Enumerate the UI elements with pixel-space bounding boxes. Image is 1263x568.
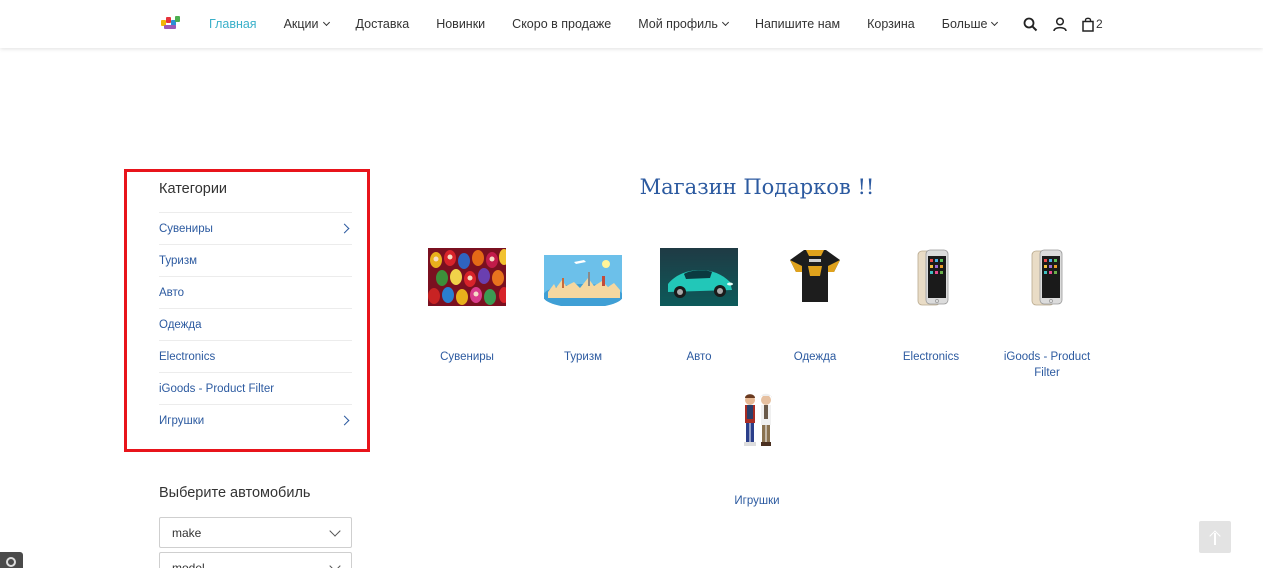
scroll-to-top-button[interactable]: [1199, 521, 1231, 553]
product-category-label: Одежда: [793, 351, 837, 363]
model-select-value: model: [172, 560, 205, 568]
nav-delivery[interactable]: Доставка: [356, 17, 410, 31]
category-item-toys[interactable]: Игрушки: [159, 404, 352, 436]
account-button[interactable]: [1053, 16, 1067, 32]
nav-contact-label: Напишите нам: [754, 17, 841, 31]
category-label: Сувениры: [159, 222, 213, 235]
product-category-toys[interactable]: Игрушки: [707, 392, 807, 509]
product-category-label: Туризм: [564, 351, 602, 363]
category-item-souvenirs[interactable]: Сувениры: [159, 212, 352, 244]
make-select-value: make: [172, 525, 202, 540]
category-label: Туризм: [159, 254, 197, 267]
world-travel-image[interactable]: [544, 248, 622, 306]
chevron-right-icon[interactable]: [339, 223, 350, 234]
nav-profile[interactable]: Мой профиль: [638, 17, 729, 31]
page-title: Магазин Подарков !!: [639, 175, 875, 199]
product-category-label: Electronics: [902, 351, 960, 363]
nav-new-label: Новинки: [436, 17, 486, 31]
product-category-clothes[interactable]: Одежда: [765, 248, 865, 365]
settings-gear-button[interactable]: [0, 552, 23, 568]
search-icon: [1023, 17, 1038, 31]
chevron-right-icon[interactable]: [339, 415, 350, 426]
smartphones-image[interactable]: [892, 248, 970, 306]
category-label: Одежда: [159, 318, 202, 331]
product-category-label: Сувениры: [440, 351, 494, 363]
nav-more[interactable]: Больше: [941, 17, 999, 31]
product-category-igoods[interactable]: iGoods - Product Filter: [997, 248, 1097, 381]
nav-profile-label: Мой профиль: [638, 17, 718, 31]
main-nav: Главная Акции Доставка Новинки Скоро в п…: [209, 0, 1024, 48]
nav-cart[interactable]: Корзина: [867, 17, 915, 31]
nav-promotions-label: Акции: [283, 17, 319, 31]
product-category-souvenirs[interactable]: Сувениры: [417, 248, 517, 365]
model-select[interactable]: model: [159, 552, 352, 568]
product-category-label: Авто: [686, 351, 712, 363]
category-item-auto[interactable]: Авто: [159, 276, 352, 308]
nav-promotions[interactable]: Акции: [283, 17, 330, 31]
make-select[interactable]: make: [159, 517, 352, 548]
product-category-electronics[interactable]: Electronics: [881, 248, 981, 365]
chevron-down-icon: [721, 18, 729, 27]
category-label: Авто: [159, 286, 185, 299]
search-button[interactable]: [1023, 17, 1038, 32]
cycling-jersey-image[interactable]: [776, 248, 854, 306]
nav-home-label: Главная: [209, 17, 257, 31]
chevron-down-icon: [329, 525, 341, 537]
car-selector-title: Выберите автомобиль: [159, 485, 311, 501]
nav-contact[interactable]: Напишите нам: [755, 17, 840, 31]
header-actions: 2: [1023, 15, 1118, 33]
user-icon: [1053, 16, 1067, 31]
category-item-electronics[interactable]: Electronics: [159, 340, 352, 372]
matryoshka-dolls-image[interactable]: [428, 248, 506, 306]
category-item-tourism[interactable]: Туризм: [159, 244, 352, 276]
categories-list: Сувениры Туризм Авто Одежда Electronics …: [159, 212, 352, 436]
nav-coming-soon-label: Скоро в продаже: [512, 17, 612, 31]
nav-new[interactable]: Новинки: [436, 17, 485, 31]
cart-icon: [1082, 17, 1094, 32]
chevron-down-icon: [991, 18, 999, 27]
product-category-auto[interactable]: Авто: [649, 248, 749, 365]
top-header: Главная Акции Доставка Новинки Скоро в п…: [0, 0, 1263, 48]
category-label: Electronics: [159, 350, 216, 363]
nav-home[interactable]: Главная: [209, 17, 257, 31]
nav-delivery-label: Доставка: [355, 17, 410, 31]
category-item-clothes[interactable]: Одежда: [159, 308, 352, 340]
chevron-down-icon: [329, 560, 341, 568]
gear-icon: [6, 557, 16, 567]
category-item-igoods[interactable]: iGoods - Product Filter: [159, 372, 352, 404]
cart-count-badge: 2: [1096, 17, 1103, 31]
site-logo[interactable]: [161, 16, 180, 30]
sports-car-image[interactable]: [660, 248, 738, 306]
nav-coming-soon[interactable]: Скоро в продаже: [512, 17, 611, 31]
category-label: Игрушки: [159, 414, 205, 427]
product-category-label: iGoods - Product Filter: [1003, 351, 1091, 379]
chevron-down-icon: [322, 18, 330, 27]
toy-figures-image[interactable]: [718, 392, 796, 450]
smartphones-image[interactable]: [1008, 248, 1086, 306]
nav-cart-label: Корзина: [867, 17, 915, 31]
nav-more-label: Больше: [941, 17, 988, 31]
cart-button[interactable]: 2: [1082, 17, 1103, 32]
categories-title: Категории: [159, 181, 228, 197]
product-category-tourism[interactable]: Туризм: [533, 248, 633, 365]
category-label: iGoods - Product Filter: [159, 382, 275, 395]
product-category-label: Игрушки: [734, 495, 780, 507]
